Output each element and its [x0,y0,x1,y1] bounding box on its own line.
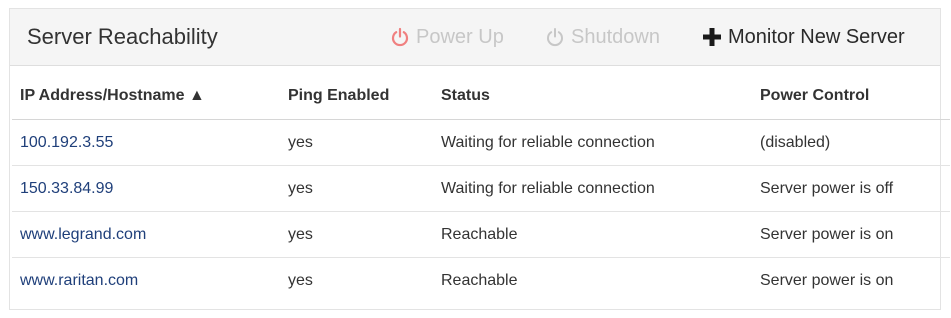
host-cell[interactable]: 100.192.3.55 [12,119,280,166]
panel-header: Server Reachability Power Up Shutdown Mo… [10,9,940,66]
monitor-new-server-label: Monitor New Server [728,25,905,48]
table-row[interactable]: www.raritan.com yes Reachable Server pow… [12,258,950,304]
status-cell: Waiting for reliable connection [433,119,752,166]
table-row[interactable]: 150.33.84.99 yes Waiting for reliable co… [12,165,950,212]
ping-cell: yes [288,271,313,289]
host-cell[interactable]: www.legrand.com [12,211,280,258]
status-cell: Reachable [441,271,518,289]
table-row[interactable]: 100.192.3.55 yes Waiting for reliable co… [12,119,950,166]
power-cell: Server power is on [760,271,894,289]
monitor-new-server-button[interactable]: Monitor New Server [702,25,905,49]
status-cell: Reachable [433,211,752,258]
ping-cell: yes [280,165,433,212]
column-header-status[interactable]: Status [433,73,752,120]
page-title: Server Reachability [27,24,218,49]
power-up-label: Power Up [416,25,504,48]
host-link[interactable]: 100.192.3.55 [20,134,113,151]
status-cell: Waiting for reliable connection [433,165,752,212]
power-icon [391,27,409,47]
host-link[interactable]: www.raritan.com [20,272,138,289]
shutdown-label: Shutdown [571,25,660,48]
servers-table: IP Address/Hostname ▲ Ping Enabled Statu… [12,73,950,303]
power-cell: Server power is on [752,211,950,258]
shutdown-button[interactable]: Shutdown [545,25,660,49]
column-header-host[interactable]: IP Address/Hostname ▲ [12,73,280,120]
host-link[interactable]: www.legrand.com [20,226,146,243]
power-cell: Server power is off [752,165,950,212]
ping-cell: yes [280,211,433,258]
column-header-ping[interactable]: Ping Enabled [280,73,433,120]
power-up-button[interactable]: Power Up [390,25,504,49]
table-row[interactable]: www.legrand.com yes Reachable Server pow… [12,211,950,258]
ping-cell: yes [280,119,433,166]
host-link[interactable]: 150.33.84.99 [20,180,113,197]
host-cell[interactable]: 150.33.84.99 [12,165,280,212]
column-header-power[interactable]: Power Control [752,73,950,120]
power-icon [547,28,563,46]
host-cell[interactable]: www.raritan.com [12,258,280,304]
plus-icon [703,28,721,46]
table-header-row: IP Address/Hostname ▲ Ping Enabled Statu… [12,73,950,120]
power-cell: (disabled) [752,119,950,166]
